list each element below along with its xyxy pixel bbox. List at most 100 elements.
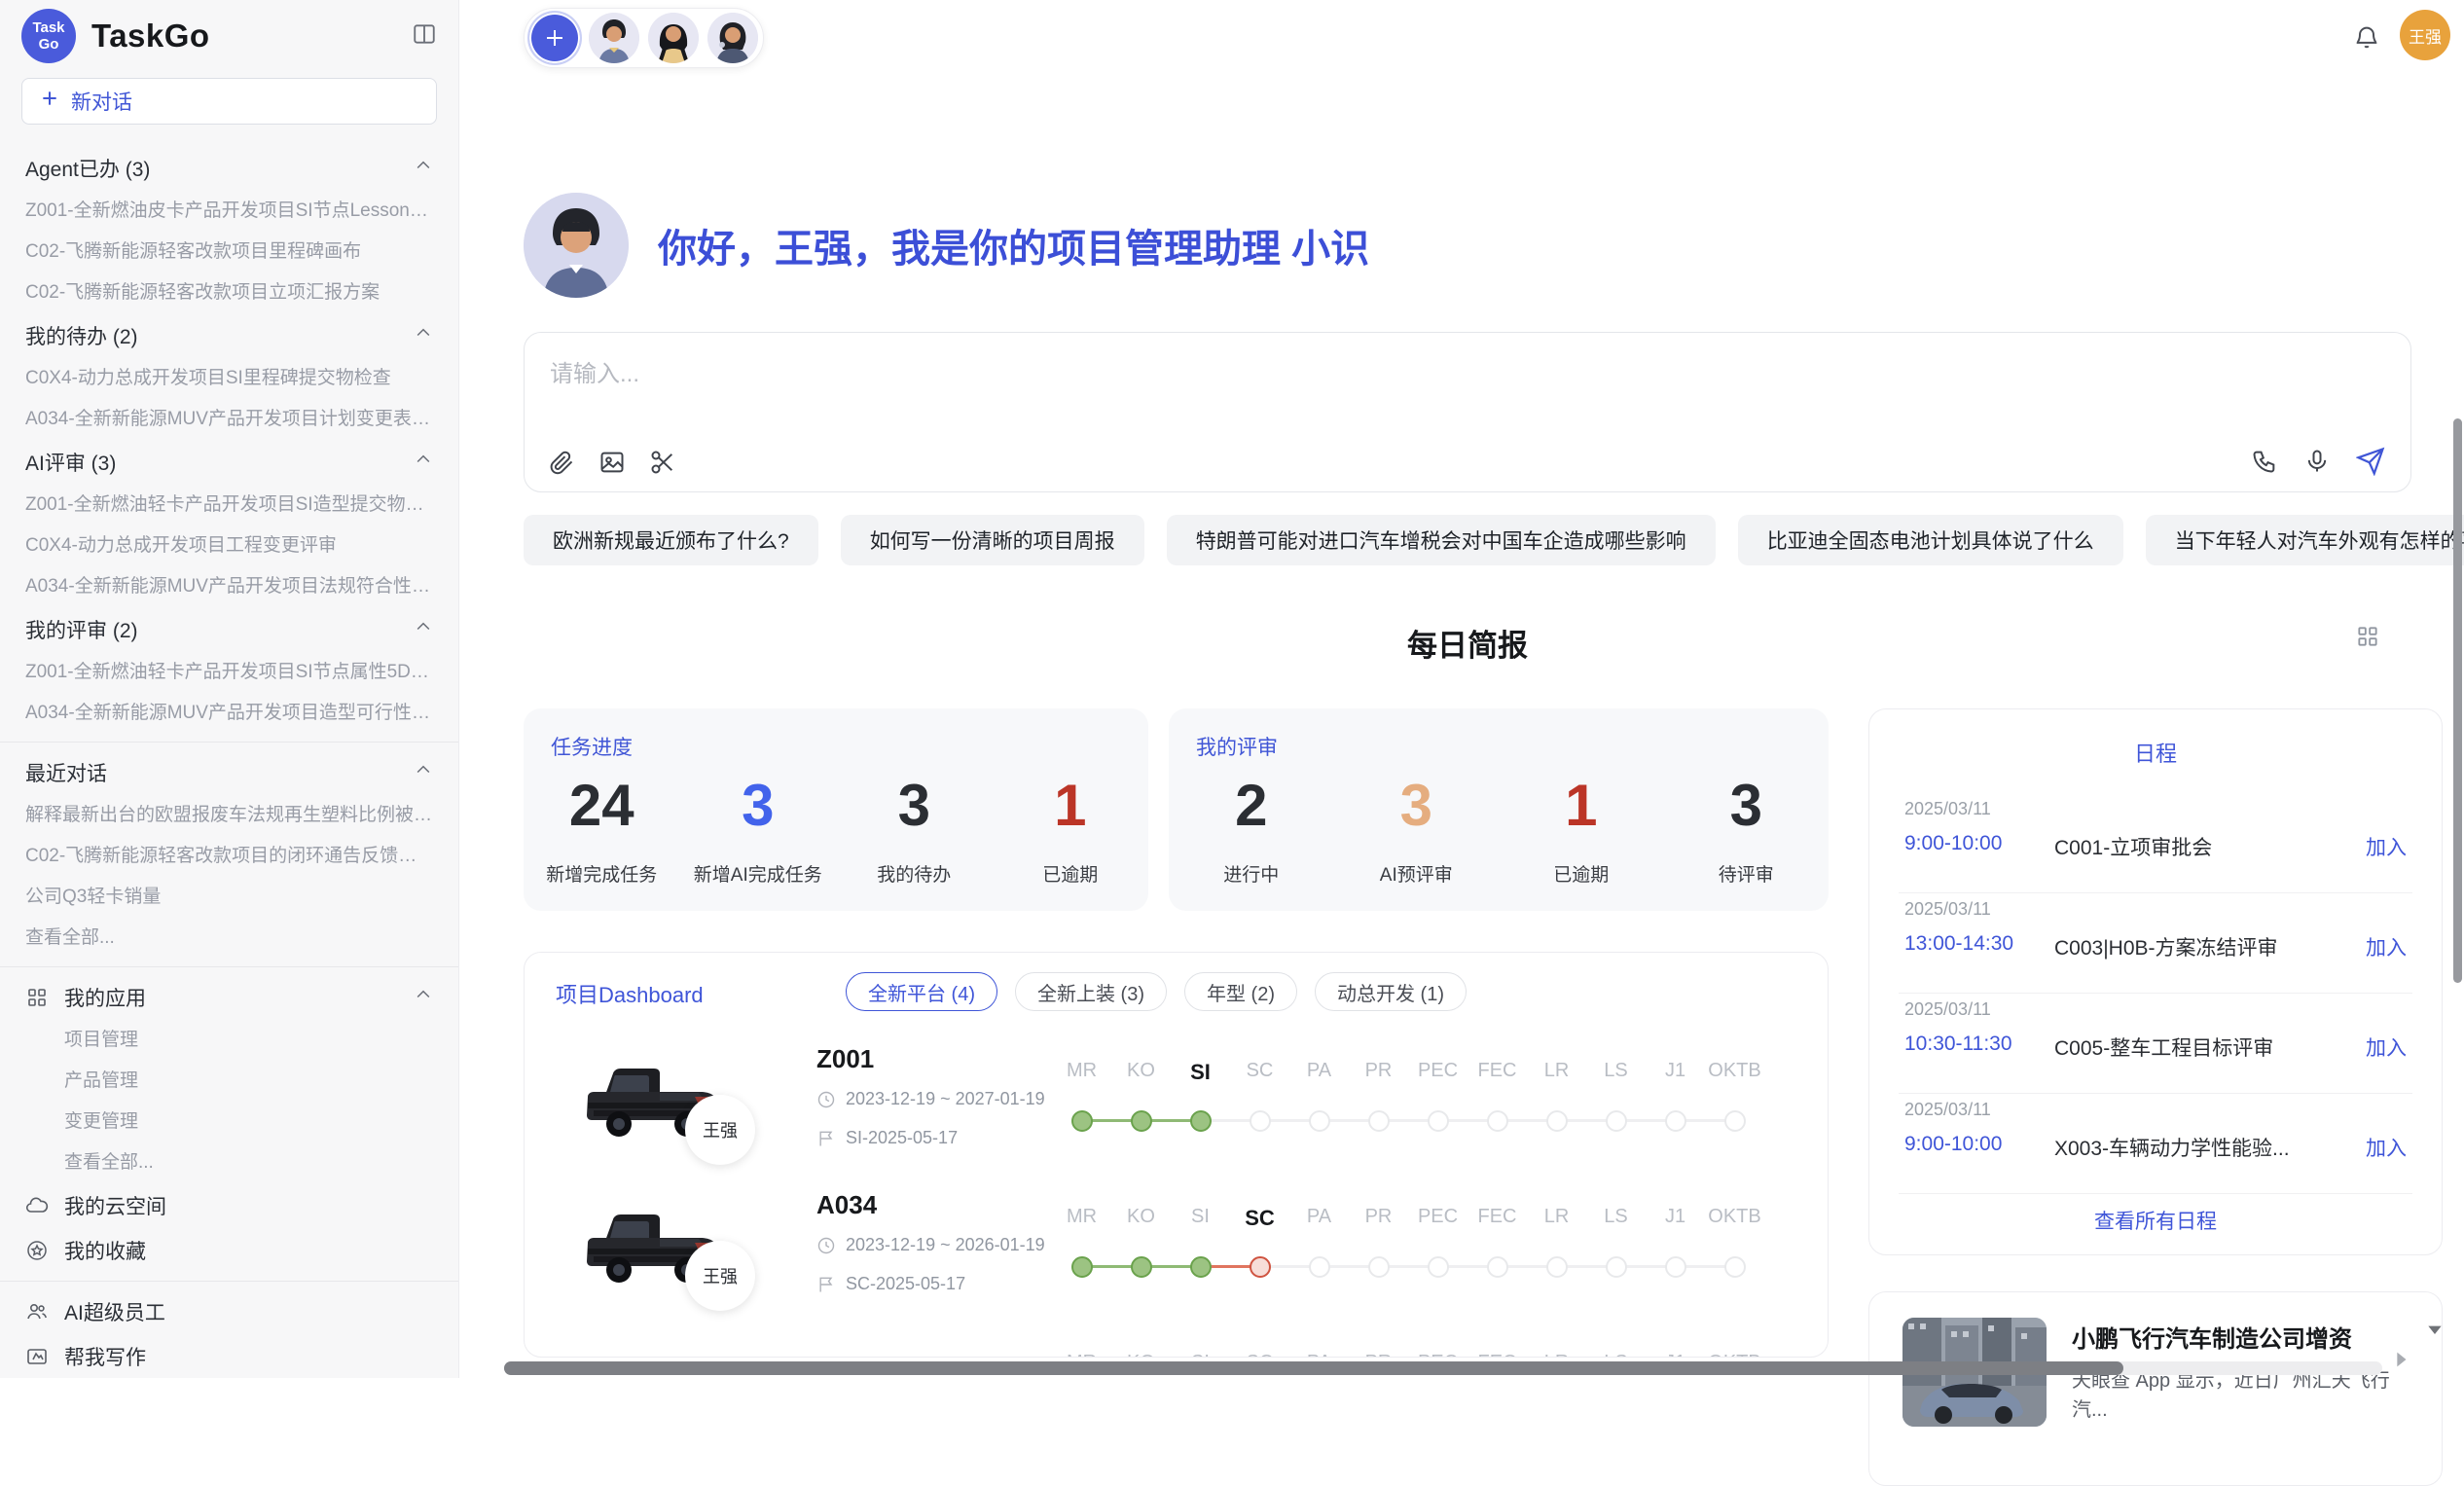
milestone-dot[interactable] bbox=[1428, 1256, 1449, 1278]
suggestion-chip[interactable]: 当下年轻人对汽车外观有怎样的喜好趋势 bbox=[2146, 515, 2464, 565]
suggestion-chip[interactable]: 欧洲新规最近颁布了什么? bbox=[524, 515, 818, 565]
milestone-node[interactable]: PR bbox=[1349, 1206, 1408, 1299]
sidebar-recent-header[interactable]: 最近对话 bbox=[0, 750, 458, 795]
milestone-node[interactable]: J1 bbox=[1646, 1060, 1705, 1153]
chevron-up-icon[interactable] bbox=[414, 760, 433, 785]
user-avatar[interactable]: 王强 bbox=[2400, 10, 2450, 60]
sidebar-task-item[interactable]: A034-全新新能源MUV产品开发项目造型可行性评审 bbox=[0, 693, 458, 734]
milestone-dot[interactable] bbox=[1309, 1256, 1330, 1278]
milestone-node[interactable]: PA bbox=[1289, 1060, 1349, 1153]
milestone-node[interactable]: OKTB bbox=[1705, 1060, 1764, 1153]
scroll-down-icon[interactable] bbox=[2425, 1320, 2445, 1344]
add-agent-button[interactable] bbox=[529, 13, 580, 63]
project-row[interactable]: 王强Z0012023-12-19 ~ 2027-01-19SI-2025-05-… bbox=[525, 1034, 1828, 1180]
agent-avatar-3[interactable] bbox=[707, 13, 758, 63]
milestone-node[interactable]: J1 bbox=[1646, 1352, 1705, 1358]
chevron-up-icon[interactable] bbox=[414, 450, 433, 475]
milestone-node[interactable]: MR bbox=[1052, 1206, 1111, 1299]
project-row[interactable]: MRKOSISCPAPRPECFECLRLSJ1OKTB bbox=[525, 1326, 1828, 1358]
milestone-node[interactable]: SI bbox=[1171, 1060, 1230, 1153]
milestone-node[interactable]: MR bbox=[1052, 1352, 1111, 1358]
milestone-node[interactable]: FEC bbox=[1468, 1060, 1527, 1153]
sidebar-task-item[interactable]: Z001-全新燃油轻卡产品开发项目SI造型提交物评审 bbox=[0, 485, 458, 526]
milestone-dot[interactable] bbox=[1724, 1256, 1746, 1278]
milestone-dot[interactable] bbox=[1250, 1256, 1271, 1278]
milestone-node[interactable]: LR bbox=[1527, 1060, 1586, 1153]
milestone-node[interactable]: LS bbox=[1586, 1060, 1646, 1153]
recent-chat-item[interactable]: C02-飞腾新能源轻客改款项目的闭环通告反馈情况 bbox=[0, 836, 458, 877]
image-icon[interactable] bbox=[598, 449, 626, 476]
phone-icon[interactable] bbox=[2251, 448, 2278, 475]
sidebar-task-item[interactable]: C0X4-动力总成开发项目SI里程碑提交物检查 bbox=[0, 358, 458, 399]
milestone-dot[interactable] bbox=[1546, 1110, 1568, 1132]
project-row[interactable]: 王强A0342023-12-19 ~ 2026-01-19SC-2025-05-… bbox=[525, 1180, 1828, 1326]
milestone-node[interactable]: PEC bbox=[1408, 1206, 1468, 1299]
sidebar-apps-header[interactable]: 我的应用 bbox=[0, 975, 458, 1020]
milestone-dot[interactable] bbox=[1131, 1256, 1152, 1278]
milestone-node[interactable]: SC bbox=[1230, 1206, 1289, 1299]
sidebar-task-item[interactable]: A034-全新新能源MUV产品开发项目计划变更表编写 bbox=[0, 399, 458, 440]
milestone-dot[interactable] bbox=[1131, 1110, 1152, 1132]
milestone-node[interactable]: SI bbox=[1171, 1206, 1230, 1299]
milestone-dot[interactable] bbox=[1368, 1256, 1390, 1278]
milestone-node[interactable]: KO bbox=[1111, 1352, 1171, 1358]
milestone-node[interactable]: PR bbox=[1349, 1060, 1408, 1153]
milestone-node[interactable]: MR bbox=[1052, 1060, 1111, 1153]
sidebar-task-item[interactable]: C02-飞腾新能源轻客改款项目里程碑画布 bbox=[0, 232, 458, 272]
milestone-dot[interactable] bbox=[1250, 1110, 1271, 1132]
milestone-node[interactable]: PA bbox=[1289, 1352, 1349, 1358]
briefing-layout-icon[interactable] bbox=[2355, 624, 2380, 654]
milestone-node[interactable]: SC bbox=[1230, 1352, 1289, 1358]
milestone-node[interactable]: PEC bbox=[1408, 1352, 1468, 1358]
milestone-node[interactable]: LS bbox=[1586, 1206, 1646, 1299]
milestone-dot[interactable] bbox=[1190, 1110, 1212, 1132]
chevron-up-icon[interactable] bbox=[414, 323, 433, 348]
sidebar-link[interactable]: 我的收藏 bbox=[0, 1228, 458, 1273]
milestone-dot[interactable] bbox=[1606, 1110, 1627, 1132]
milestone-node[interactable]: KO bbox=[1111, 1206, 1171, 1299]
recent-chat-item[interactable]: 公司Q3轻卡销量 bbox=[0, 877, 458, 918]
sidebar-group-header[interactable]: 我的待办 (2) bbox=[0, 313, 458, 358]
milestone-dot[interactable] bbox=[1665, 1110, 1686, 1132]
dashboard-filter-pill[interactable]: 动总开发 (1) bbox=[1315, 972, 1467, 1011]
notifications-bell-icon[interactable] bbox=[2353, 23, 2380, 55]
sidebar-group-header[interactable]: AI评审 (3) bbox=[0, 440, 458, 485]
milestone-node[interactable]: PA bbox=[1289, 1206, 1349, 1299]
app-menu-item[interactable]: 变更管理 bbox=[0, 1102, 458, 1142]
recent-chat-item[interactable]: 解释最新出台的欧盟报废车法规再生塑料比例被调至15%... bbox=[0, 795, 458, 836]
milestone-node[interactable]: OKTB bbox=[1705, 1352, 1764, 1358]
scissors-icon[interactable] bbox=[649, 449, 676, 476]
new-chat-button[interactable]: 新对话 bbox=[21, 78, 437, 125]
sidebar-tool[interactable]: 帮我写作 bbox=[0, 1334, 458, 1378]
milestone-node[interactable]: PEC bbox=[1408, 1060, 1468, 1153]
sidebar-task-item[interactable]: C0X4-动力总成开发项目工程变更评审 bbox=[0, 526, 458, 566]
send-icon[interactable] bbox=[2356, 447, 2385, 476]
microphone-icon[interactable] bbox=[2303, 448, 2331, 475]
sidebar-group-header[interactable]: 我的评审 (2) bbox=[0, 607, 458, 652]
milestone-dot[interactable] bbox=[1190, 1256, 1212, 1278]
event-join-link[interactable]: 加入 bbox=[2366, 1033, 2407, 1062]
chevron-up-icon[interactable] bbox=[414, 985, 433, 1010]
milestone-dot[interactable] bbox=[1487, 1256, 1508, 1278]
dashboard-filter-pill[interactable]: 全新上装 (3) bbox=[1015, 972, 1167, 1011]
sidebar-group-header[interactable]: Agent已办 (3) bbox=[0, 146, 458, 191]
milestone-dot[interactable] bbox=[1071, 1110, 1093, 1132]
vertical-scrollbar-thumb[interactable] bbox=[2453, 418, 2462, 983]
chevron-up-icon[interactable] bbox=[414, 617, 433, 642]
sidebar-task-item[interactable]: C02-飞腾新能源轻客改款项目立项汇报方案 bbox=[0, 272, 458, 313]
milestone-dot[interactable] bbox=[1487, 1110, 1508, 1132]
milestone-dot[interactable] bbox=[1724, 1110, 1746, 1132]
event-join-link[interactable]: 加入 bbox=[2366, 832, 2407, 861]
app-menu-item[interactable]: 项目管理 bbox=[0, 1020, 458, 1061]
suggestion-chip[interactable]: 如何写一份清晰的项目周报 bbox=[841, 515, 1144, 565]
collapse-sidebar-icon[interactable] bbox=[412, 21, 437, 52]
dashboard-filter-pill[interactable]: 全新平台 (4) bbox=[846, 972, 997, 1011]
milestone-node[interactable]: KO bbox=[1111, 1060, 1171, 1153]
sidebar-link[interactable]: 我的云空间 bbox=[0, 1183, 458, 1228]
attachment-icon[interactable] bbox=[548, 449, 575, 476]
milestone-dot[interactable] bbox=[1428, 1110, 1449, 1132]
event-join-link[interactable]: 加入 bbox=[2366, 932, 2407, 961]
milestone-node[interactable]: FEC bbox=[1468, 1352, 1527, 1358]
news-card[interactable]: 小鹏飞行汽车制造公司增资 天眼查 App 显示，近日广州汇天飞行汽... bbox=[1868, 1291, 2443, 1486]
sidebar-task-item[interactable]: Z001-全新燃油轻卡产品开发项目SI节点属性5D文件评审 bbox=[0, 652, 458, 693]
